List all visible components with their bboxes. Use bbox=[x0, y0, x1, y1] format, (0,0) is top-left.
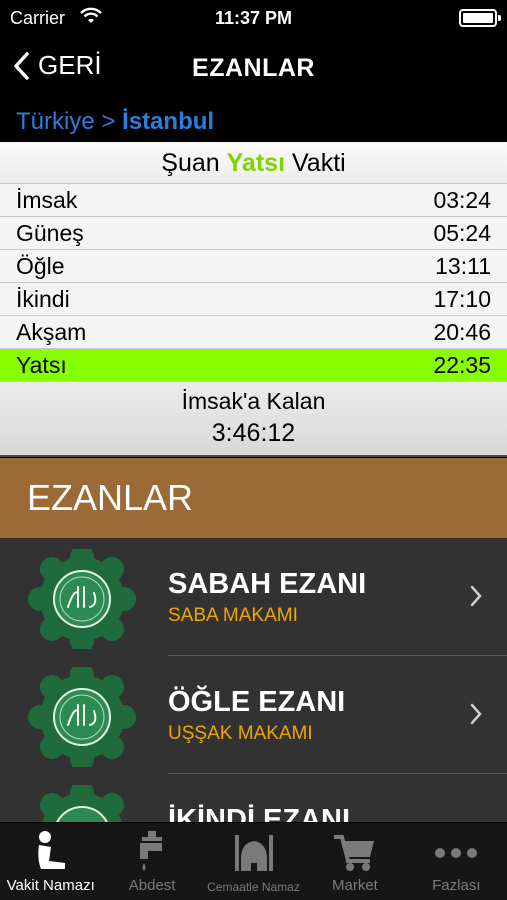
prayer-name: İkindi bbox=[16, 285, 70, 312]
tab-cemaatle-namaz[interactable]: Cemaatle Namaz bbox=[203, 823, 304, 900]
tab-label: Abdest bbox=[128, 877, 176, 894]
allah-calligraphy-emblem-icon bbox=[40, 785, 124, 822]
tab-fazlasi[interactable]: Fazlası bbox=[406, 823, 507, 900]
breadcrumb: Türkiye > İstanbul bbox=[0, 102, 507, 142]
ezan-name: İKİNDİ EZANI bbox=[168, 804, 351, 822]
ezan-name: SABAH EZANI bbox=[168, 568, 367, 600]
tab-vakit-namazi[interactable]: Vakit Namazı bbox=[0, 823, 101, 900]
cart-icon bbox=[333, 835, 374, 871]
list-item-ogle-ezani[interactable]: ÖĞLE EZANI UŞŞAK MAKAMI bbox=[0, 656, 507, 774]
prayer-row-imsak: İmsak 03:24 bbox=[0, 184, 507, 217]
allah-calligraphy-emblem-icon bbox=[28, 667, 136, 767]
prayer-name: Akşam bbox=[16, 318, 87, 345]
tab-label: Fazlası bbox=[432, 877, 481, 894]
tab-market[interactable]: Market bbox=[304, 823, 405, 900]
praying-person-icon bbox=[38, 831, 65, 869]
tab-label: Vakit Namazı bbox=[6, 877, 95, 894]
current-prayer-name: Yatsı bbox=[226, 149, 286, 177]
tab-abdest[interactable]: Abdest bbox=[101, 823, 202, 900]
current-prefix: Şuan bbox=[161, 149, 220, 177]
more-dots-icon bbox=[435, 848, 478, 858]
tab-label: Cemaatle Namaz bbox=[207, 880, 300, 894]
prayer-row-yatsi-active: Yatsı 22:35 bbox=[0, 349, 507, 382]
status-time: 11:37 PM bbox=[214, 8, 293, 28]
chevron-right-icon bbox=[470, 703, 482, 725]
chevron-right-icon bbox=[470, 585, 482, 607]
list-item-ikindi-ezani[interactable]: İKİNDİ EZANI bbox=[0, 774, 507, 822]
prayer-time: 05:24 bbox=[433, 219, 491, 246]
prayer-time: 17:10 bbox=[433, 285, 491, 312]
tab-label: Market bbox=[332, 877, 378, 894]
current-prayer-header: Şuan Yatsı Vakti bbox=[0, 142, 507, 184]
current-suffix: Vakti bbox=[291, 149, 346, 177]
section-title: EZANLAR bbox=[0, 458, 507, 538]
prayer-time: 20:46 bbox=[433, 318, 491, 345]
list-item-sabah-ezani[interactable]: SABAH EZANI SABA MAKAMI bbox=[0, 538, 507, 656]
prayer-time: 03:24 bbox=[433, 186, 491, 213]
remaining-countdown: 3:46:12 bbox=[211, 419, 296, 447]
breadcrumb-separator: > bbox=[101, 108, 116, 135]
prayer-row-ogle: Öğle 13:11 bbox=[0, 250, 507, 283]
prayer-name: Yatsı bbox=[16, 351, 67, 378]
prayer-time: 13:11 bbox=[435, 252, 491, 279]
prayer-row-ikindi: İkindi 17:10 bbox=[0, 283, 507, 316]
prayer-name: Güneş bbox=[16, 219, 84, 246]
prayer-name: İmsak bbox=[16, 186, 78, 213]
prayer-times-panel: Şuan Yatsı Vakti İmsak 03:24 Güneş 05:24… bbox=[0, 142, 507, 457]
prayer-row-gunes: Güneş 05:24 bbox=[0, 217, 507, 250]
ezan-makam: UŞŞAK MAKAMI bbox=[168, 723, 313, 744]
navigation-bar: GERİ EZANLAR bbox=[0, 36, 507, 102]
prayer-name: Öğle bbox=[16, 252, 65, 279]
prayer-time: 22:35 bbox=[433, 351, 491, 378]
ezan-name: ÖĞLE EZANI bbox=[168, 686, 346, 718]
battery-icon bbox=[459, 9, 501, 27]
mosque-icon bbox=[234, 835, 273, 871]
faucet-icon bbox=[140, 831, 163, 871]
status-bar: Carrier 11:37 PM bbox=[0, 0, 507, 36]
allah-calligraphy-emblem-icon bbox=[28, 549, 136, 649]
breadcrumb-city[interactable]: İstanbul bbox=[122, 108, 214, 135]
tab-bar: Vakit Namazı Abdest Cemaatle Namaz Marke… bbox=[0, 822, 507, 900]
breadcrumb-country[interactable]: Türkiye bbox=[16, 108, 95, 135]
page-title: EZANLAR bbox=[192, 54, 315, 82]
prayer-row-aksam: Akşam 20:46 bbox=[0, 316, 507, 349]
ezan-list[interactable]: SABAH EZANI SABA MAKAMI ÖĞLE EZANI UŞŞAK… bbox=[0, 538, 507, 822]
ezan-makam: SABA MAKAMI bbox=[168, 605, 298, 626]
remaining-label: İmsak'a Kalan bbox=[181, 388, 326, 414]
remaining-time-box: İmsak'a Kalan 3:46:12 bbox=[0, 382, 507, 457]
